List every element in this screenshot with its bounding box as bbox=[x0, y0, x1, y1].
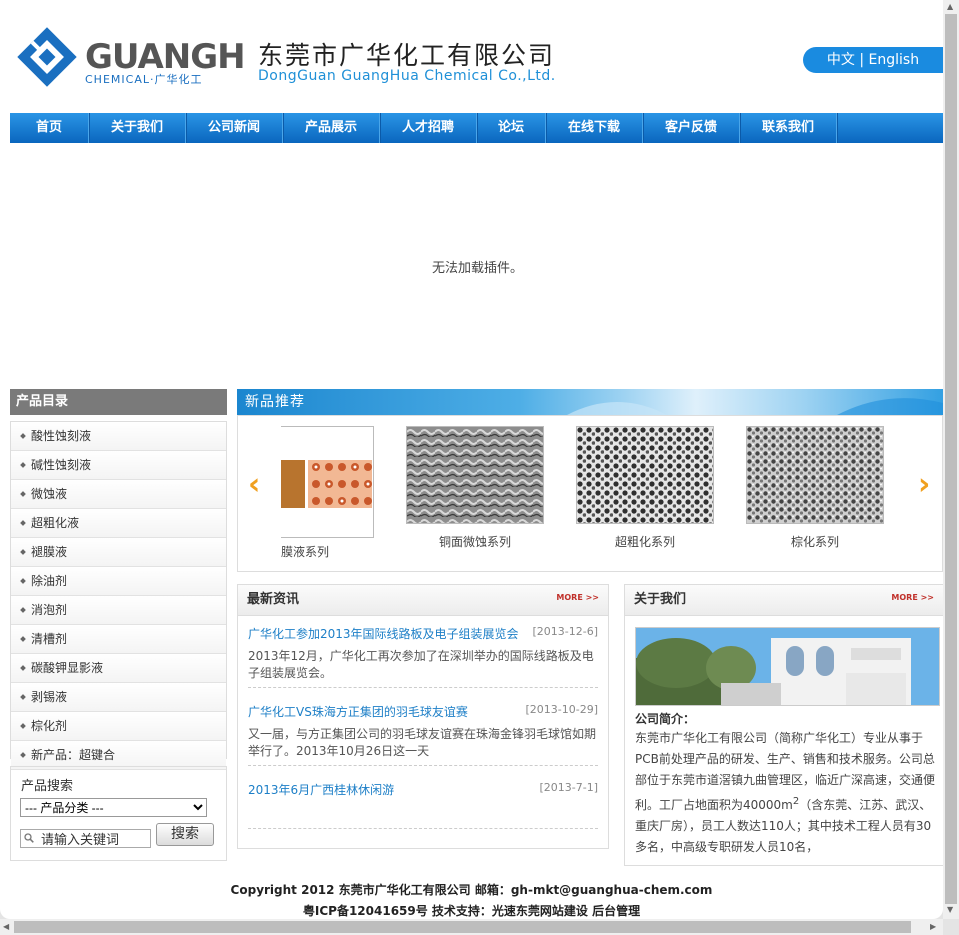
logo-emblem-icon: GUANGHUA CHEMICAL·广华化工 bbox=[17, 27, 298, 87]
news-item: 广华化工VS珠海方正集团的羽毛球友谊赛 [2013-10-29] 又一届，与方正… bbox=[248, 703, 598, 760]
new-products-title: 新品推荐 bbox=[245, 394, 305, 410]
new-products-carousel: ‹ › 褪膜液系列 bbox=[237, 415, 943, 572]
lang-english-link[interactable]: English bbox=[869, 52, 920, 68]
page: GUANGHUA CHEMICAL·广华化工 东莞市广华化工有限公司 DongG… bbox=[0, 0, 943, 919]
news-divider bbox=[248, 828, 598, 829]
category-item[interactable]: 超粗化液 bbox=[11, 509, 226, 538]
nav-forum[interactable]: 论坛 bbox=[477, 113, 546, 143]
product-search-panel: 产品搜索 --- 产品分类 --- 搜索 bbox=[10, 766, 227, 861]
svg-text:GUANGHUA: GUANGHUA bbox=[85, 37, 247, 77]
scroll-down-icon[interactable]: ▼ bbox=[947, 905, 953, 914]
category-item[interactable]: 消泡剂 bbox=[11, 596, 226, 625]
product-card[interactable]: 棕化系列 bbox=[746, 426, 884, 550]
product-search-title: 产品搜索 bbox=[21, 779, 74, 794]
category-item[interactable]: 碳酸钾显影液 bbox=[11, 654, 226, 683]
product-caption: 超粗化系列 bbox=[614, 535, 675, 549]
plugin-error-message: 无法加载插件。 bbox=[432, 261, 524, 276]
product-caption: 褪膜液系列 bbox=[281, 545, 330, 559]
product-card[interactable]: 铜面微蚀系列 bbox=[406, 426, 544, 550]
company-building-photo bbox=[635, 627, 940, 706]
header-wave-decoration bbox=[567, 398, 943, 415]
scroll-up-icon[interactable]: ▲ bbox=[947, 2, 953, 11]
category-item[interactable]: 除油剂 bbox=[11, 567, 226, 596]
company-logo[interactable]: GUANGHUA CHEMICAL·广华化工 bbox=[15, 25, 298, 89]
latest-news-title: 最新资讯 bbox=[247, 592, 300, 607]
nav-news[interactable]: 公司新闻 bbox=[186, 113, 283, 143]
search-icon bbox=[24, 833, 34, 843]
product-category-list: 酸性蚀刻液 碱性蚀刻液 微蚀液 超粗化液 褪膜液 除油剂 消泡剂 清槽剂 碳酸钾… bbox=[10, 421, 227, 770]
product-catalog-title: 产品目录 bbox=[10, 389, 227, 415]
language-switcher: 中文 | English bbox=[803, 47, 943, 73]
category-item[interactable]: 清槽剂 bbox=[11, 625, 226, 654]
product-image bbox=[576, 426, 714, 524]
about-us-header: 关于我们 MORE >> bbox=[625, 585, 943, 616]
news-more-link[interactable]: MORE >> bbox=[556, 593, 599, 602]
news-summary: 又一届，与方正集团公司的羽毛球友谊赛在珠海金锋羽毛球馆如期举行了。2013年10… bbox=[248, 727, 597, 758]
carousel-prev-icon[interactable]: ‹ bbox=[248, 467, 260, 502]
category-item[interactable]: 碱性蚀刻液 bbox=[11, 451, 226, 480]
category-item[interactable]: 褪膜液 bbox=[11, 538, 226, 567]
lang-separator: | bbox=[854, 52, 869, 68]
news-divider bbox=[248, 765, 598, 766]
news-item: 2013年6月广西桂林休闲游 [2013-7-1] bbox=[248, 781, 598, 798]
main-nav: 首页 关于我们 公司新闻 产品展示 人才招聘 论坛 在线下载 客户反馈 联系我们 bbox=[10, 113, 943, 143]
search-button[interactable]: 搜索 bbox=[156, 823, 214, 846]
nav-feedback[interactable]: 客户反馈 bbox=[643, 113, 740, 143]
company-name-en: DongGuan GuangHua Chemical Co.,Ltd. bbox=[258, 68, 556, 84]
scroll-right-icon[interactable]: ▶ bbox=[930, 922, 936, 931]
latest-news-header: 最新资讯 MORE >> bbox=[238, 585, 608, 616]
vertical-scroll-thumb[interactable] bbox=[945, 14, 957, 904]
svg-text:CHEMICAL·广华化工: CHEMICAL·广华化工 bbox=[85, 72, 202, 86]
product-caption: 棕化系列 bbox=[790, 535, 839, 549]
site-footer: Copyright 2012 东莞市广华化工有限公司 邮箱：gh-mkt@gua… bbox=[0, 880, 943, 922]
latest-news-panel: 最新资讯 MORE >> 广华化工参加2013年国际线路板及电子组装展览会 [2… bbox=[237, 584, 609, 849]
copyright-text: Copyright 2012 东莞市广华化工有限公司 邮箱：gh-mkt@gua… bbox=[230, 883, 713, 897]
product-category-select[interactable]: --- 产品分类 --- bbox=[20, 798, 207, 817]
nav-home[interactable]: 首页 bbox=[10, 113, 89, 143]
horizontal-scroll-thumb[interactable] bbox=[14, 921, 911, 933]
nav-products[interactable]: 产品展示 bbox=[283, 113, 380, 143]
news-item: 广华化工参加2013年国际线路板及电子组装展览会 [2013-12-6] 201… bbox=[248, 625, 598, 682]
vertical-scrollbar[interactable]: ▲ ▼ bbox=[943, 0, 959, 919]
lang-chinese-link[interactable]: 中文 bbox=[827, 52, 855, 68]
product-caption: 铜面微蚀系列 bbox=[438, 535, 511, 549]
product-card[interactable]: 褪膜液系列 bbox=[281, 426, 374, 566]
product-image bbox=[746, 426, 884, 524]
keyword-input[interactable] bbox=[20, 829, 151, 848]
new-products-header: 新品推荐 bbox=[237, 389, 943, 415]
news-summary: 2013年12月，广华化工再次参加了在深圳举办的国际线路板及电子组装展览会。 bbox=[248, 649, 594, 680]
nav-jobs[interactable]: 人才招聘 bbox=[380, 113, 477, 143]
product-image bbox=[281, 426, 374, 538]
news-date: [2013-12-6] bbox=[532, 625, 598, 638]
news-date: [2013-10-29] bbox=[525, 703, 598, 716]
nav-about[interactable]: 关于我们 bbox=[89, 113, 186, 143]
horizontal-scrollbar[interactable]: ◀ ▶ bbox=[0, 919, 943, 935]
nav-download[interactable]: 在线下载 bbox=[546, 113, 643, 143]
product-image bbox=[406, 426, 544, 524]
about-intro-text: 东莞市广华化工有限公司（简称广华化工）专业从事于PCB前处理产品的研发、生产、销… bbox=[635, 731, 936, 854]
scroll-left-icon[interactable]: ◀ bbox=[3, 922, 9, 931]
about-more-link[interactable]: MORE >> bbox=[891, 593, 934, 602]
product-card[interactable]: 超粗化系列 bbox=[576, 426, 714, 550]
category-item[interactable]: 剥锡液 bbox=[11, 683, 226, 712]
category-item[interactable]: 酸性蚀刻液 bbox=[11, 422, 226, 451]
news-date: [2013-7-1] bbox=[539, 781, 598, 794]
category-item[interactable]: 棕化剂 bbox=[11, 712, 226, 741]
nav-contact[interactable]: 联系我们 bbox=[740, 113, 837, 143]
carousel-next-icon[interactable]: › bbox=[918, 467, 930, 502]
news-divider bbox=[248, 687, 598, 688]
company-name-cn: 东莞市广华化工有限公司 bbox=[258, 41, 556, 70]
category-item[interactable]: 微蚀液 bbox=[11, 480, 226, 509]
about-us-title: 关于我们 bbox=[634, 592, 687, 607]
about-intro-label: 公司简介： bbox=[635, 712, 696, 726]
about-us-panel: 关于我们 MORE >> 公司简介： 东莞市广华化工有限公司（简称广华化工）专业… bbox=[624, 584, 943, 866]
